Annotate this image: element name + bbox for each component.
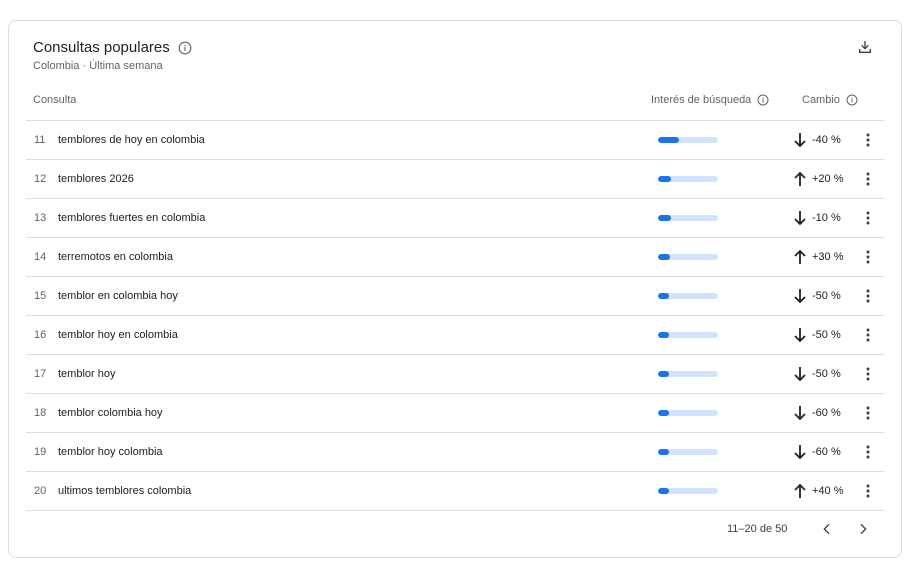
row-rank: 15: [34, 290, 47, 302]
query-text[interactable]: ultimos temblores colombia: [58, 485, 191, 497]
table-row[interactable]: 17 temblor hoy -50 %: [26, 355, 884, 394]
query-text[interactable]: temblores 2026: [58, 173, 134, 185]
row-rank: 17: [34, 368, 47, 380]
table-row[interactable]: 13 temblores fuertes en colombia -10 %: [26, 199, 884, 238]
queries-table: 11 temblores de hoy en colombia -40 % 12 tem…: [26, 120, 884, 511]
interest-bar-fill: [658, 215, 672, 221]
change-value: -40 %: [812, 134, 841, 146]
interest-bar: [658, 137, 718, 143]
arrow-down-icon: [794, 289, 806, 304]
query-text[interactable]: temblor colombia hoy: [58, 407, 163, 419]
change-value: +30 %: [812, 251, 844, 263]
column-label-change: Cambio: [802, 94, 840, 106]
row-rank: 14: [34, 251, 47, 263]
table-row[interactable]: 16 temblor hoy en colombia -50 %: [26, 316, 884, 355]
interest-bar-fill: [658, 410, 669, 416]
more-vert-icon[interactable]: [860, 171, 876, 187]
arrow-down-icon: [794, 328, 806, 343]
popular-queries-card: Consultas populares Colombia · Última se…: [8, 20, 902, 558]
card-subtitle: Colombia · Última semana: [33, 60, 163, 72]
column-label-query: Consulta: [33, 94, 77, 106]
arrow-down-icon: [794, 367, 806, 382]
change-value: -50 %: [812, 368, 841, 380]
interest-bar-fill: [658, 254, 670, 260]
interest-bar: [658, 215, 718, 221]
interest-bar-fill: [658, 449, 669, 455]
arrow-down-icon: [794, 406, 806, 421]
interest-bar-fill: [658, 488, 669, 494]
interest-bar-fill: [658, 293, 669, 299]
table-row[interactable]: 14 terremotos en colombia +30 %: [26, 238, 884, 277]
info-icon[interactable]: [757, 94, 769, 106]
arrow-up-icon: [794, 171, 806, 186]
change-value: +20 %: [812, 173, 844, 185]
table-row[interactable]: 15 temblor en colombia hoy -50 %: [26, 277, 884, 316]
more-vert-icon[interactable]: [860, 288, 876, 304]
interest-bar: [658, 293, 718, 299]
more-vert-icon[interactable]: [860, 210, 876, 226]
query-text[interactable]: temblor hoy en colombia: [58, 329, 178, 341]
table-row[interactable]: 12 temblores 2026 +20 %: [26, 160, 884, 199]
more-vert-icon[interactable]: [860, 483, 876, 499]
change-value: -50 %: [812, 329, 841, 341]
column-header-change: Cambio: [802, 94, 858, 106]
change-value: -60 %: [812, 407, 841, 419]
column-header-query: Consulta: [33, 94, 76, 106]
interest-bar: [658, 371, 718, 377]
chevron-right-icon[interactable]: [855, 521, 871, 537]
pagination-label: 11–20 de 50: [727, 523, 788, 535]
interest-bar-fill: [658, 137, 679, 143]
arrow-down-icon: [794, 445, 806, 460]
interest-bar: [658, 488, 718, 494]
interest-bar: [658, 254, 718, 260]
change-value: +40 %: [812, 485, 844, 497]
more-vert-icon[interactable]: [860, 366, 876, 382]
more-vert-icon[interactable]: [860, 327, 876, 343]
interest-bar: [658, 410, 718, 416]
arrow-up-icon: [794, 483, 806, 498]
row-rank: 13: [34, 212, 47, 224]
table-row[interactable]: 20 ultimos temblores colombia +40 %: [26, 472, 884, 511]
interest-bar-fill: [658, 332, 669, 338]
row-rank: 19: [34, 446, 47, 458]
change-value: -60 %: [812, 446, 841, 458]
row-rank: 18: [34, 407, 47, 419]
row-rank: 16: [34, 329, 47, 341]
interest-bar-fill: [658, 176, 672, 182]
row-rank: 12: [34, 173, 47, 185]
interest-bar: [658, 332, 718, 338]
table-row[interactable]: 19 temblor hoy colombia -60 %: [26, 433, 884, 472]
arrow-down-icon: [794, 211, 806, 226]
column-label-interest: Interés de búsqueda: [651, 94, 752, 106]
row-rank: 11: [34, 134, 46, 146]
card-header: Consultas populares: [33, 39, 192, 56]
table-row[interactable]: 11 temblores de hoy en colombia -40 %: [26, 121, 884, 160]
more-vert-icon[interactable]: [860, 444, 876, 460]
query-text[interactable]: temblor en colombia hoy: [58, 290, 178, 302]
more-vert-icon[interactable]: [860, 405, 876, 421]
interest-bar: [658, 449, 718, 455]
table-row[interactable]: 18 temblor colombia hoy -60 %: [26, 394, 884, 433]
change-value: -50 %: [812, 290, 841, 302]
info-icon[interactable]: [846, 94, 858, 106]
card-title: Consultas populares: [33, 39, 170, 56]
chevron-left-icon[interactable]: [819, 521, 835, 537]
query-text[interactable]: temblor hoy: [58, 368, 115, 380]
download-icon[interactable]: [857, 39, 873, 55]
column-header-interest: Interés de búsqueda: [651, 94, 769, 106]
query-text[interactable]: temblores fuertes en colombia: [58, 212, 205, 224]
query-text[interactable]: temblor hoy colombia: [58, 446, 163, 458]
arrow-up-icon: [794, 249, 806, 264]
change-value: -10 %: [812, 212, 841, 224]
interest-bar-fill: [658, 371, 669, 377]
query-text[interactable]: temblores de hoy en colombia: [58, 134, 205, 146]
more-vert-icon[interactable]: [860, 132, 876, 148]
interest-bar: [658, 176, 718, 182]
info-icon[interactable]: [178, 41, 192, 55]
arrow-down-icon: [794, 133, 806, 148]
more-vert-icon[interactable]: [860, 249, 876, 265]
row-rank: 20: [34, 485, 47, 497]
query-text[interactable]: terremotos en colombia: [58, 251, 173, 263]
